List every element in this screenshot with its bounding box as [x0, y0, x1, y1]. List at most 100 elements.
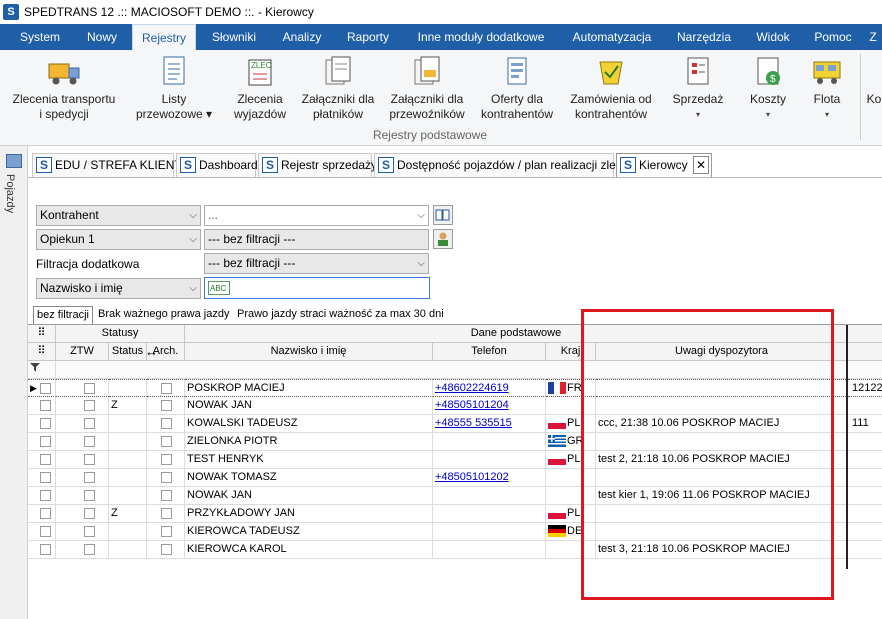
row-indicator[interactable] — [28, 469, 56, 487]
column-extra[interactable] — [848, 343, 882, 361]
koszty-button[interactable]: $ Koszty ▾ — [738, 54, 798, 122]
row-indicator[interactable] — [28, 451, 56, 469]
row-select-checkbox[interactable] — [40, 544, 51, 555]
cell-name[interactable]: ZIELONKA PIOTR — [185, 433, 433, 451]
cell-phone[interactable]: +48555 535515 — [433, 415, 546, 433]
menu-raporty[interactable]: Raporty — [338, 24, 398, 50]
ztw-checkbox[interactable] — [84, 436, 95, 447]
row-select-checkbox[interactable] — [40, 526, 51, 537]
row-select-checkbox[interactable] — [40, 472, 51, 483]
tab-dashboard[interactable]: S Dashboard — [176, 153, 258, 177]
side-panel[interactable]: Pojazdy — [0, 146, 28, 619]
arch-checkbox[interactable] — [161, 454, 172, 465]
column-phone[interactable]: Telefon — [433, 343, 546, 361]
cell-name[interactable]: KOWALSKI TADEUSZ — [185, 415, 433, 433]
ztw-checkbox[interactable] — [84, 490, 95, 501]
user-lookup-button[interactable] — [433, 229, 453, 249]
arch-checkbox[interactable] — [161, 490, 172, 501]
cell-name[interactable]: POSKROP MACIEJ — [185, 379, 433, 397]
arch-checkbox[interactable] — [161, 508, 172, 519]
opiekun-value-field[interactable]: --- bez filtracji --- — [204, 229, 429, 250]
book-lookup-button[interactable] — [433, 205, 453, 225]
row-indicator[interactable] — [28, 397, 56, 415]
row-indicator[interactable] — [28, 433, 56, 451]
ztw-checkbox[interactable] — [84, 526, 95, 537]
arch-checkbox[interactable] — [161, 418, 172, 429]
row-select-checkbox[interactable] — [40, 508, 51, 519]
zlecenia-wyjazdow-button[interactable]: ZLEC Zlecenia wyjazdów — [226, 54, 294, 122]
menu-system[interactable]: System — [8, 24, 72, 50]
filter-tab-brak-prawa-jazdy[interactable]: Brak ważnego prawa jazdy — [95, 306, 232, 324]
row-indicator[interactable] — [28, 523, 56, 541]
cell-name[interactable]: NOWAK TOMASZ — [185, 469, 433, 487]
cell-name[interactable]: PRZYKŁADOWY JAN — [185, 505, 433, 523]
cell-name[interactable]: KIEROWCA TADEUSZ — [185, 523, 433, 541]
column-ztw[interactable]: ZTW — [56, 343, 109, 361]
kontrahent-field-select[interactable]: Kontrahent ⌵ — [36, 205, 201, 226]
tab-kierowcy[interactable]: S Kierowcy ✕ — [616, 153, 712, 177]
cell-phone[interactable]: +48602224619 — [433, 379, 546, 397]
zamowienia-kontrahentow-button[interactable]: Zamówienia od kontrahentów — [566, 54, 656, 122]
opiekun-field-select[interactable]: Opiekun 1 ⌵ — [36, 229, 201, 250]
arch-checkbox[interactable] — [161, 544, 172, 555]
row-indicator[interactable] — [28, 415, 56, 433]
menu-automatyzacja[interactable]: Automatyzacja — [562, 24, 662, 50]
row-select-checkbox[interactable] — [40, 400, 51, 411]
arch-checkbox[interactable] — [161, 383, 172, 394]
tab-rejestr-sprzedazy[interactable]: S Rejestr sprzedaży — [258, 153, 377, 177]
row-select-checkbox[interactable] — [40, 418, 51, 429]
ztw-checkbox[interactable] — [84, 544, 95, 555]
cell-name[interactable]: NOWAK JAN — [185, 487, 433, 505]
row-indicator[interactable]: ▶ — [28, 379, 56, 397]
tab-edu-strefa-klienta[interactable]: S EDU / STREFA KLIENTA — [32, 153, 189, 177]
column-status[interactable]: Status — [109, 343, 147, 361]
kontrahent-value-select[interactable]: ... ⌵ — [204, 205, 429, 226]
ztw-checkbox[interactable] — [84, 508, 95, 519]
listy-przewozowe-button[interactable]: Listy przewozowe ▾ — [132, 54, 216, 122]
oferty-kontrahentow-button[interactable]: Oferty dla kontrahentów — [476, 54, 558, 122]
row-indicator[interactable] — [28, 487, 56, 505]
menu-analizy[interactable]: Analizy — [274, 24, 330, 50]
more-ribbon-button[interactable]: Ko — [866, 54, 882, 107]
tab-dostepnosc-pojazdow[interactable]: S Dostępność pojazdów / plan realizacji … — [374, 153, 635, 177]
zalaczniki-platnikow-button[interactable]: Załączniki dla płatników — [298, 54, 378, 122]
zlecenia-transportu-button[interactable]: Zlecenia transportu i spedycji — [6, 54, 122, 122]
ztw-checkbox[interactable] — [84, 472, 95, 483]
ztw-checkbox[interactable] — [84, 418, 95, 429]
arch-checkbox[interactable] — [161, 472, 172, 483]
cell-phone[interactable]: +48505101202 — [433, 469, 546, 487]
flota-button[interactable]: Flota ▾ — [802, 54, 852, 122]
arch-checkbox[interactable] — [161, 436, 172, 447]
column-chooser[interactable]: ⠿ — [28, 343, 56, 361]
search-input[interactable]: ABC — [204, 277, 430, 299]
ztw-checkbox[interactable] — [84, 400, 95, 411]
cell-name[interactable]: KIEROWCA KAROL — [185, 541, 433, 559]
cell-phone[interactable]: +48505101204 — [433, 397, 546, 415]
menu-narzedzia[interactable]: Narzędzia — [670, 24, 738, 50]
row-select-checkbox[interactable] — [40, 436, 51, 447]
row-select-checkbox[interactable] — [40, 490, 51, 501]
filtracja-dodatkowa-select[interactable]: --- bez filtracji --- ⌵ — [204, 253, 429, 274]
menu-pomoc[interactable]: Pomoc — [808, 24, 858, 50]
ztw-checkbox[interactable] — [84, 454, 95, 465]
menu-slowniki[interactable]: Słowniki — [202, 24, 266, 50]
zalaczniki-przewoznikow-button[interactable]: Załączniki dla przewoźników — [384, 54, 470, 122]
menu-rejestry[interactable]: Rejestry — [132, 24, 196, 50]
cell-name[interactable]: TEST HENRYK — [185, 451, 433, 469]
menu-nowy[interactable]: Nowy — [78, 24, 126, 50]
filter-row-icon[interactable] — [28, 361, 56, 379]
close-icon[interactable]: ✕ — [693, 156, 709, 174]
row-select-checkbox[interactable] — [40, 383, 51, 394]
menu-more[interactable]: Z — [864, 24, 882, 50]
cell-name[interactable]: NOWAK JAN — [185, 397, 433, 415]
grid-corner[interactable]: ⠿ — [28, 325, 56, 343]
sprzedaz-button[interactable]: Sprzedaż ▾ — [668, 54, 728, 122]
arch-checkbox[interactable] — [161, 400, 172, 411]
menu-inne-moduly[interactable]: Inne moduły dodatkowe — [408, 24, 554, 50]
row-indicator[interactable] — [28, 505, 56, 523]
row-indicator[interactable] — [28, 541, 56, 559]
arch-checkbox[interactable] — [161, 526, 172, 537]
search-field-select[interactable]: Nazwisko i imię ⌵ — [36, 278, 201, 299]
column-name[interactable]: Nazwisko i imię — [185, 343, 433, 361]
filter-tab-bez-filtracji[interactable]: bez filtracji — [33, 306, 93, 324]
